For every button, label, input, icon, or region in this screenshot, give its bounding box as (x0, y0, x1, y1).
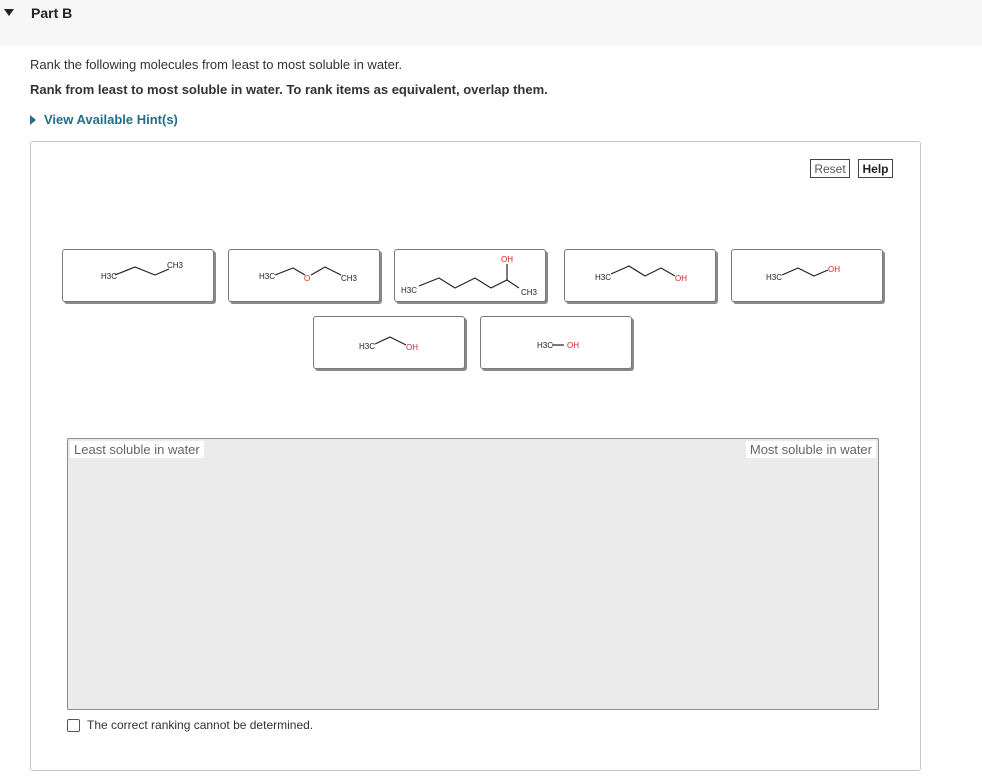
butane-label-right: CH3 (167, 261, 184, 270)
butanol-label-left: H3C (595, 273, 611, 282)
methanol-oh-label: OH (567, 341, 579, 350)
ethanol-label-left: H3C (359, 342, 375, 351)
question-instruction: Rank the following molecules from least … (30, 57, 403, 72)
propanol-structure: H3C OH (766, 265, 840, 282)
butane-label-left: H3C (101, 272, 117, 281)
molecule-tile-propanol[interactable]: H3C OH (731, 249, 883, 302)
ethanol-structure: H3C OH (359, 336, 418, 352)
expand-arrow-icon (30, 114, 36, 125)
molecule-tile-butanol[interactable]: H3C OH (564, 249, 716, 302)
reset-button[interactable]: Reset (810, 159, 850, 178)
ether-label-left: H3C (259, 272, 275, 281)
hexanol-structure: H3C OH CH3 (401, 255, 538, 297)
propanol-oh-label: OH (828, 265, 840, 274)
least-soluble-label: Least soluble in water (70, 441, 204, 458)
cannot-determine-option[interactable]: The correct ranking cannot be determined… (67, 718, 313, 732)
molecule-tile-methanol[interactable]: H3C OH (480, 316, 632, 369)
diethyl-ether-structure: H3C O CH3 (259, 266, 358, 283)
ether-label-right: CH3 (341, 274, 358, 283)
ether-oxygen-label: O (304, 274, 310, 283)
hexanol-oh-label: OH (501, 255, 513, 264)
hexanol-label-left: H3C (401, 286, 417, 295)
part-header: Part B (0, 0, 982, 46)
view-hints-link[interactable]: View Available Hint(s) (30, 112, 178, 127)
part-title: Part B (31, 5, 73, 21)
butanol-oh-label: OH (675, 274, 687, 283)
view-hints-label: View Available Hint(s) (44, 112, 178, 127)
propanol-label-left: H3C (766, 273, 782, 282)
methanol-label-left: H3C (537, 341, 553, 350)
ranking-drop-area[interactable]: Least soluble in water Most soluble in w… (67, 438, 879, 710)
ethanol-oh-label: OH (406, 343, 418, 352)
molecule-tile-butane[interactable]: H3C CH3 (62, 249, 214, 302)
molecule-tile-diethyl-ether[interactable]: H3C O CH3 (228, 249, 380, 302)
methanol-structure: H3C OH (537, 341, 579, 350)
cannot-determine-label: The correct ranking cannot be determined… (87, 718, 314, 732)
hexanol-label-right: CH3 (521, 288, 538, 297)
collapse-triangle-icon[interactable] (4, 9, 14, 16)
butanol-structure: H3C OH (595, 265, 687, 283)
butane-structure: H3C CH3 (101, 261, 184, 281)
help-button[interactable]: Help (858, 159, 893, 178)
question-instruction-bold: Rank from least to most soluble in water… (30, 82, 548, 97)
cannot-determine-checkbox[interactable] (67, 718, 80, 732)
molecule-tile-hexanol[interactable]: H3C OH CH3 (394, 249, 546, 302)
molecule-tile-ethanol[interactable]: H3C OH (313, 316, 465, 369)
most-soluble-label: Most soluble in water (745, 441, 876, 458)
